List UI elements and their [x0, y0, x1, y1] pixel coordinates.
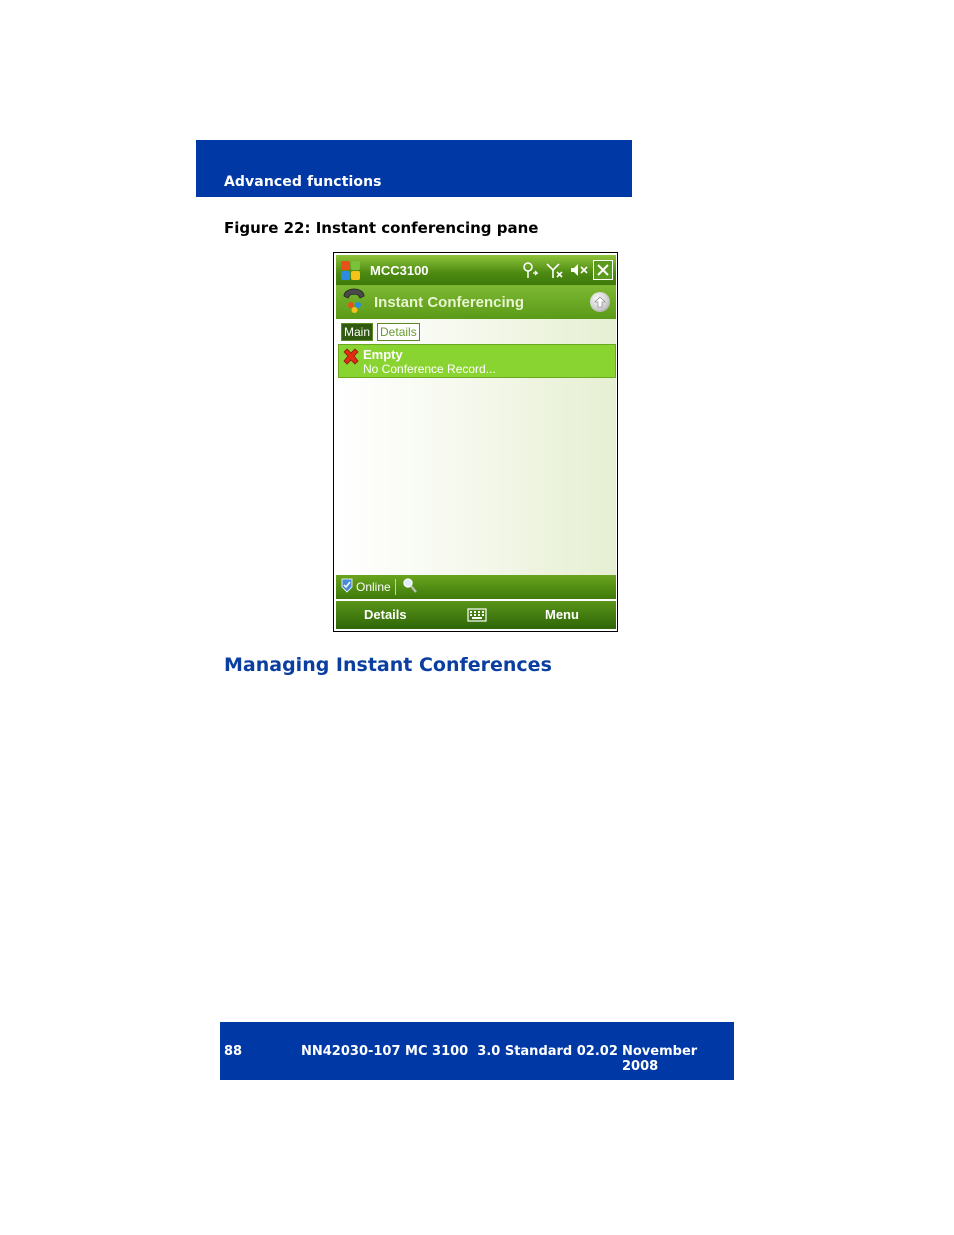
- volume-mute-icon[interactable]: [569, 261, 589, 279]
- online-status-icon[interactable]: [340, 577, 354, 597]
- header-section-title: Advanced functions: [224, 174, 382, 190]
- item-title: Empty: [363, 347, 403, 362]
- app-title: Instant Conferencing: [374, 293, 525, 311]
- app-title-bar: Instant Conferencing: [336, 285, 616, 319]
- running-header: Advanced functions: [196, 140, 632, 197]
- tab-details[interactable]: Details: [377, 323, 420, 341]
- presence-status[interactable]: Online: [356, 580, 391, 594]
- figure-caption: Figure 22: Instant conferencing pane: [224, 219, 539, 237]
- document-id: NN42030-107 MC 3100 3.0 Standard 02.02: [301, 1044, 618, 1059]
- tab-strip: Main Details: [341, 323, 420, 341]
- keyboard-icon[interactable]: [467, 607, 487, 626]
- page-number: 88: [224, 1044, 243, 1059]
- device-screenshot: MCC3100 Instant Conferencing Main Detail…: [333, 252, 618, 632]
- conference-phone-icon: [340, 286, 368, 318]
- item-subtitle: No Conference Record...: [363, 362, 496, 376]
- up-arrow-icon[interactable]: [590, 292, 610, 312]
- status-bar: MCC3100: [336, 255, 616, 285]
- connectivity-icon[interactable]: [521, 261, 541, 279]
- tab-main[interactable]: Main: [341, 323, 374, 341]
- close-icon[interactable]: [593, 260, 613, 280]
- presence-divider: [394, 579, 396, 595]
- content-area: Main Details Empty No Conference Record.…: [336, 319, 616, 575]
- softkey-menu[interactable]: Menu: [545, 607, 579, 622]
- presence-bar: Online: [336, 575, 616, 599]
- signal-off-icon[interactable]: [545, 261, 565, 279]
- search-icon[interactable]: [400, 576, 420, 598]
- softkey-details[interactable]: Details: [364, 607, 407, 622]
- error-x-icon: [342, 348, 360, 370]
- windows-start-icon[interactable]: [339, 259, 361, 281]
- softkey-bar: Details Menu: [336, 601, 616, 629]
- section-heading: Managing Instant Conferences: [224, 654, 552, 676]
- status-title: MCC3100: [370, 262, 429, 278]
- list-item[interactable]: Empty No Conference Record...: [338, 344, 616, 378]
- publication-date: November 2008: [622, 1044, 698, 1074]
- running-footer: 88 NN42030-107 MC 3100 3.0 Standard 02.0…: [220, 1022, 734, 1080]
